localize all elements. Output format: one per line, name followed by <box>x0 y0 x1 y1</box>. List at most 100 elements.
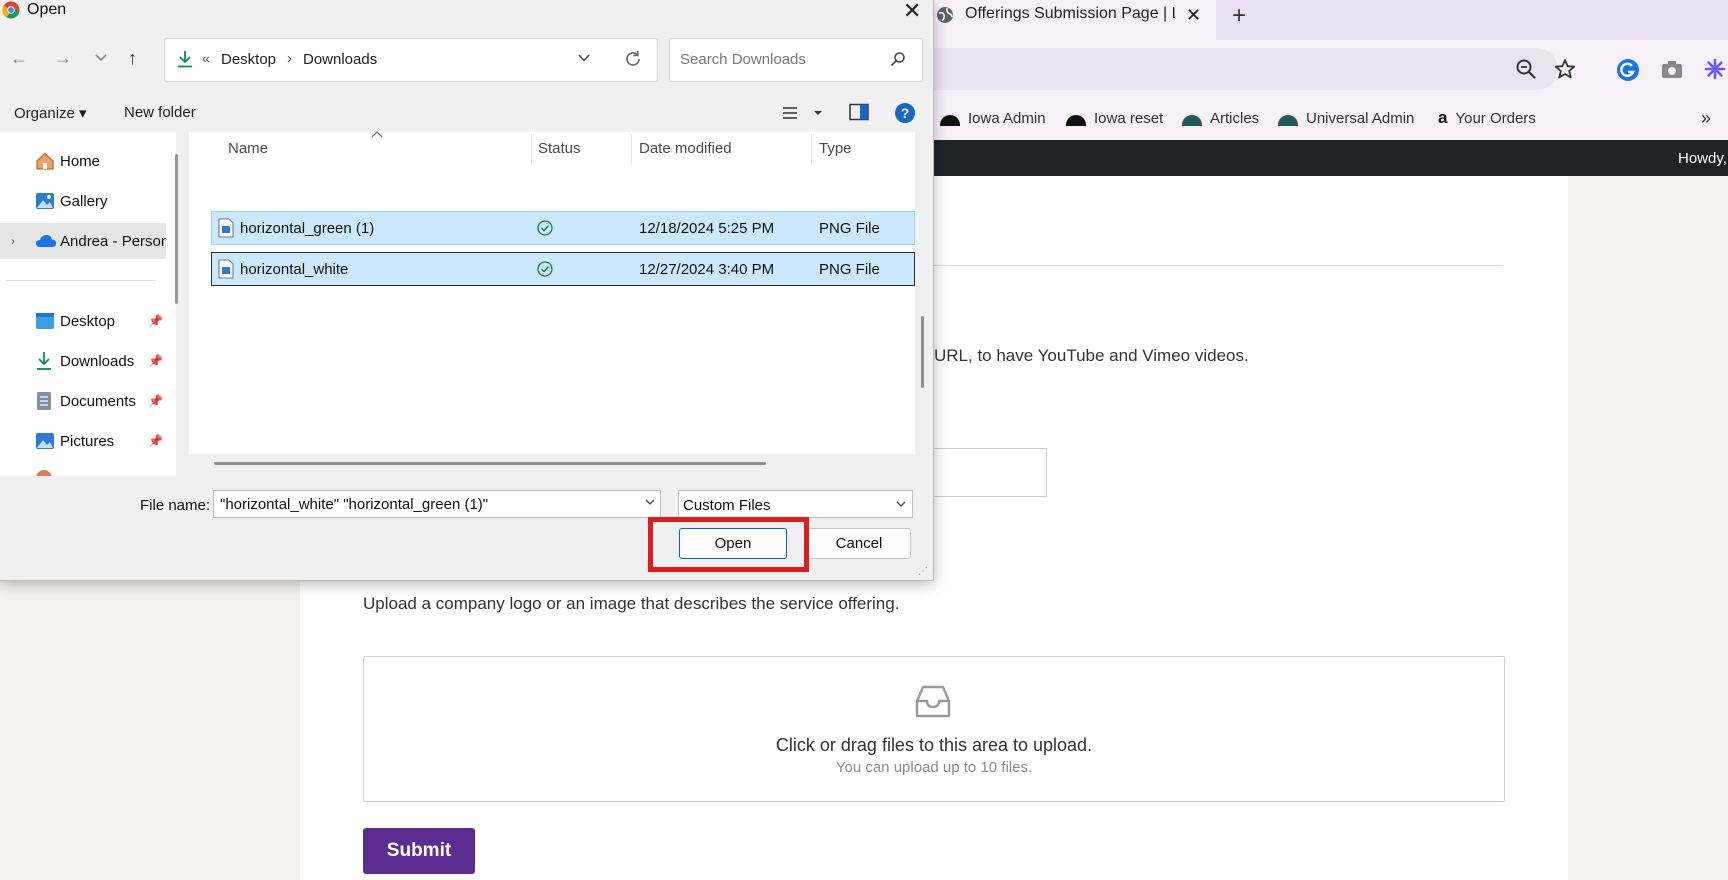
bookmark-your-orders[interactable]: a Your Orders <box>1438 106 1536 130</box>
chrome-icon <box>2 1 20 19</box>
dialog-search-input[interactable]: Search Downloads <box>669 38 923 82</box>
file-name-input[interactable] <box>213 490 661 518</box>
zoom-icon[interactable] <box>1515 58 1537 80</box>
synced-check-icon <box>537 220 553 236</box>
nav-label: Desktop <box>60 312 116 330</box>
bookmark-universal-admin[interactable]: Universal Admin <box>1278 106 1414 130</box>
downloads-icon <box>178 51 192 68</box>
annotation-highlight-box <box>648 517 809 572</box>
dropzone-hint: You can upload up to 10 files. <box>835 759 1033 776</box>
nav-label: Gallery <box>60 192 108 210</box>
upload-dropzone[interactable]: Click or drag files to this area to uplo… <box>363 656 1505 802</box>
search-icon[interactable] <box>890 51 906 67</box>
preview-pane-icon[interactable] <box>849 103 869 121</box>
column-separator[interactable] <box>531 134 532 164</box>
nav-item-home[interactable]: Home <box>0 143 166 179</box>
bookmark-iowa-reset[interactable]: Iowa reset <box>1066 106 1163 130</box>
star-icon[interactable] <box>1554 58 1576 80</box>
nav-item-downloads[interactable]: Downloads 📌 <box>0 343 166 379</box>
breadcrumb-downloads[interactable]: Downloads <box>303 51 377 68</box>
bookmark-articles[interactable]: Articles <box>1182 106 1259 130</box>
file-row[interactable]: horizontal_green (1) 12/18/2024 5:25 PM … <box>211 211 915 245</box>
address-bar[interactable] <box>900 48 1558 90</box>
resize-grip-icon[interactable]: ⋰ <box>918 566 928 577</box>
column-separator[interactable] <box>631 134 632 164</box>
dialog-address-bar[interactable]: « Desktop › Downloads <box>164 38 658 82</box>
nav-item-gallery[interactable]: Gallery <box>0 183 166 219</box>
chevron-right-icon[interactable]: › <box>11 234 15 248</box>
upload-help-text: Upload a company logo or an image that d… <box>363 594 900 613</box>
nav-label: Andrea - Personal <box>60 232 166 250</box>
file-list-vertical-scrollbar[interactable] <box>921 316 924 388</box>
bookmark-label: Articles <box>1210 109 1260 127</box>
breadcrumb-desktop[interactable]: Desktop <box>221 51 276 68</box>
new-tab-button[interactable]: + <box>1232 2 1246 30</box>
admin-greeting[interactable]: Howdy, <box>1678 150 1727 167</box>
view-options-icon[interactable] <box>782 104 824 122</box>
search-placeholder: Search Downloads <box>680 51 806 68</box>
teal-dome-icon <box>1278 115 1298 126</box>
column-header-name[interactable]: Name <box>228 140 268 157</box>
submit-button[interactable]: Submit <box>363 828 475 874</box>
refresh-icon[interactable] <box>623 49 643 69</box>
nav-item-onedrive[interactable]: › Andrea - Personal <box>0 223 166 259</box>
file-list-horizontal-scrollbar[interactable] <box>214 462 766 465</box>
nav-label: Downloads <box>60 352 135 370</box>
file-date: 12/18/2024 5:25 PM <box>639 220 775 237</box>
bookmark-label: Iowa Admin <box>968 109 1046 127</box>
column-header-type[interactable]: Type <box>819 140 852 157</box>
dialog-title: Open <box>27 1 67 18</box>
nav-item-pictures[interactable]: Pictures 📌 <box>0 423 166 459</box>
video-help-text: URL, to have YouTube and Vimeo videos. <box>934 346 1249 365</box>
onedrive-icon <box>36 235 56 247</box>
grammarly-icon[interactable] <box>1616 58 1640 82</box>
bookmark-iowa-admin[interactable]: Iowa Admin <box>940 106 1046 130</box>
up-arrow-icon[interactable]: ↑ <box>128 48 137 69</box>
file-type-value: Custom Files <box>683 497 771 514</box>
file-type-select[interactable]: Custom Files <box>678 490 913 518</box>
breadcrumb-overflow[interactable]: « <box>202 50 210 66</box>
png-file-icon <box>218 259 234 279</box>
file-row[interactable]: horizontal_white 12/27/2024 3:40 PM PNG … <box>211 252 915 286</box>
black-dome-icon <box>940 115 960 126</box>
file-type: PNG File <box>819 261 880 278</box>
browser-tab-title: Offerings Submission Page | Lo <box>965 5 1175 22</box>
bookmark-label: Your Orders <box>1455 109 1536 127</box>
pin-icon[interactable]: 📌 <box>148 314 163 328</box>
file-name: horizontal_green (1) <box>240 220 375 237</box>
column-header-status[interactable]: Status <box>538 140 581 157</box>
cancel-button[interactable]: Cancel <box>807 528 911 559</box>
pin-icon[interactable]: 📌 <box>148 394 163 408</box>
music-icon <box>36 470 52 476</box>
help-icon[interactable]: ? <box>894 102 916 124</box>
back-arrow-icon[interactable]: ← <box>10 48 28 69</box>
pin-icon[interactable]: 📌 <box>148 434 163 448</box>
open-file-dialog: Open ✕ ← → ↑ « Desktop › Downloads Searc… <box>0 0 934 581</box>
downloads-icon <box>37 352 51 370</box>
bookmarks-overflow-button[interactable]: » <box>1701 106 1711 130</box>
home-icon <box>36 152 54 170</box>
new-folder-button[interactable]: New folder <box>124 104 196 121</box>
gallery-icon <box>36 193 54 209</box>
pin-icon[interactable]: 📌 <box>148 354 163 368</box>
teal-dome-icon <box>1182 115 1202 126</box>
sort-ascending-icon <box>371 131 383 138</box>
forward-arrow-icon[interactable]: → <box>54 48 72 69</box>
globe-icon <box>937 7 953 23</box>
close-tab-icon[interactable]: ✕ <box>1186 5 1201 26</box>
chevron-down-icon[interactable] <box>644 496 656 508</box>
nav-item-desktop[interactable]: Desktop 📌 <box>0 303 166 339</box>
pictures-icon <box>36 433 54 449</box>
nav-item-documents[interactable]: Documents 📌 <box>0 383 166 419</box>
organize-menu[interactable]: Organize ▾ <box>14 104 87 122</box>
dialog-title-bar[interactable] <box>0 0 933 24</box>
camera-icon[interactable] <box>1661 60 1683 80</box>
file-list <box>189 132 915 454</box>
column-separator[interactable] <box>811 134 812 164</box>
close-icon[interactable]: ✕ <box>903 0 921 24</box>
chevron-down-icon[interactable] <box>577 51 591 65</box>
extension-icon[interactable] <box>1704 58 1726 80</box>
column-header-date-modified[interactable]: Date modified <box>639 140 732 157</box>
recent-locations-icon[interactable] <box>95 54 107 62</box>
nav-scrollbar[interactable] <box>175 154 178 304</box>
